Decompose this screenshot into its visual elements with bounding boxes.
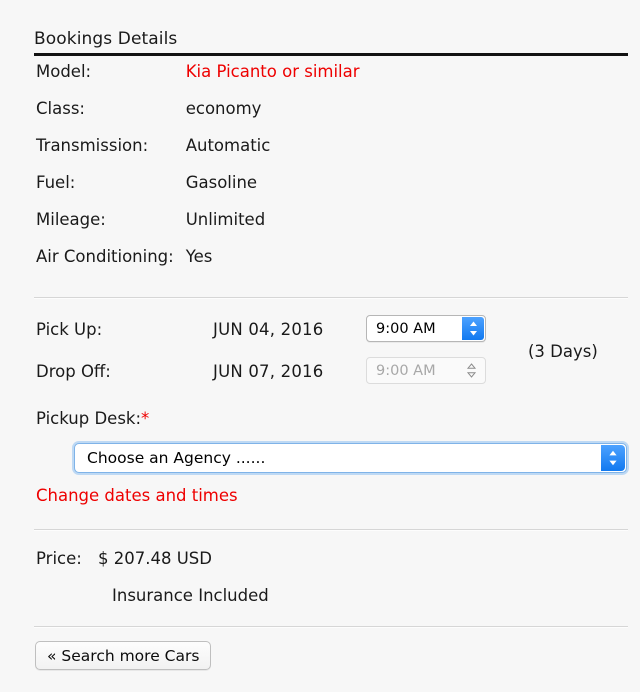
spec-value-class: economy xyxy=(185,99,262,118)
dropoff-time-select: 9:00 AM xyxy=(366,357,486,384)
spec-label-mileage: Mileage: xyxy=(36,210,106,229)
table-row: Model: Kia Picanto or similar xyxy=(36,62,360,99)
price-label: Price: xyxy=(36,549,82,568)
pickup-desk-selected-value: Choose an Agency ...... xyxy=(87,449,266,467)
required-asterisk: * xyxy=(141,409,150,428)
dropoff-time-value: 9:00 AM xyxy=(376,363,436,379)
chevron-updown-icon[interactable] xyxy=(601,445,625,471)
vehicle-specs-table: Model: Kia Picanto or similar Class: eco… xyxy=(36,62,360,284)
price-amount: $ 207.48 USD xyxy=(98,549,212,568)
page-title: Bookings Details xyxy=(34,29,178,49)
table-row: Class: economy xyxy=(36,99,360,136)
table-row: Fuel: Gasoline xyxy=(36,173,360,210)
search-more-cars-button[interactable]: « Search more Cars xyxy=(35,641,212,670)
pickup-time-select[interactable]: 9:00 AM xyxy=(366,315,486,342)
bookings-details-panel: Bookings Details Model: Kia Picanto or s… xyxy=(22,0,640,692)
price-section: Price: $ 207.48 USD Insurance Included xyxy=(36,549,596,623)
spec-label-class: Class: xyxy=(36,99,85,118)
pickup-desk-label: Pickup Desk:* xyxy=(36,409,149,429)
dropoff-label: Drop Off: xyxy=(36,362,111,381)
pickup-row: Pick Up: JUN 04, 2016 9:00 AM (3 Days) xyxy=(36,315,626,361)
pickup-date: JUN 04, 2016 xyxy=(213,320,324,339)
spec-value-air-conditioning: Yes xyxy=(185,247,213,266)
chevron-updown-icon xyxy=(460,359,482,382)
spec-label-fuel: Fuel: xyxy=(36,173,76,192)
panel-header: Bookings Details xyxy=(34,28,628,56)
spec-value-fuel: Gasoline xyxy=(185,173,258,192)
schedule-section: Pick Up: JUN 04, 2016 9:00 AM (3 Days) D… xyxy=(36,315,626,402)
table-row: Air Conditioning: Yes xyxy=(36,247,360,284)
pickup-desk-select[interactable]: Choose an Agency ...... xyxy=(74,443,627,473)
pickup-desk-label-text: Pickup Desk: xyxy=(36,409,142,428)
spec-label-model: Model: xyxy=(36,62,92,81)
change-dates-link[interactable]: Change dates and times xyxy=(36,486,238,506)
insurance-row: Insurance Included xyxy=(36,586,596,623)
table-row: Transmission: Automatic xyxy=(36,136,360,173)
section-divider-footer xyxy=(34,626,628,627)
spec-label-air-conditioning: Air Conditioning: xyxy=(36,247,174,266)
spec-value-transmission: Automatic xyxy=(185,136,271,155)
spec-value-mileage: Unlimited xyxy=(185,210,266,229)
spec-label-transmission: Transmission: xyxy=(36,136,149,155)
pickup-label: Pick Up: xyxy=(36,320,103,339)
section-divider-price xyxy=(34,529,628,530)
table-row: Mileage: Unlimited xyxy=(36,210,360,247)
rental-duration: (3 Days) xyxy=(528,342,598,361)
insurance-note: Insurance Included xyxy=(112,586,269,605)
price-row: Price: $ 207.48 USD xyxy=(36,549,596,586)
chevron-updown-icon[interactable] xyxy=(462,317,484,340)
spec-value-model: Kia Picanto or similar xyxy=(185,62,360,81)
dropoff-date: JUN 07, 2016 xyxy=(213,362,324,381)
dropoff-row: Drop Off: JUN 07, 2016 9:00 AM xyxy=(36,357,626,402)
section-divider-schedule xyxy=(34,297,628,298)
title-underline xyxy=(34,53,628,56)
pickup-time-value: 9:00 AM xyxy=(376,321,436,337)
